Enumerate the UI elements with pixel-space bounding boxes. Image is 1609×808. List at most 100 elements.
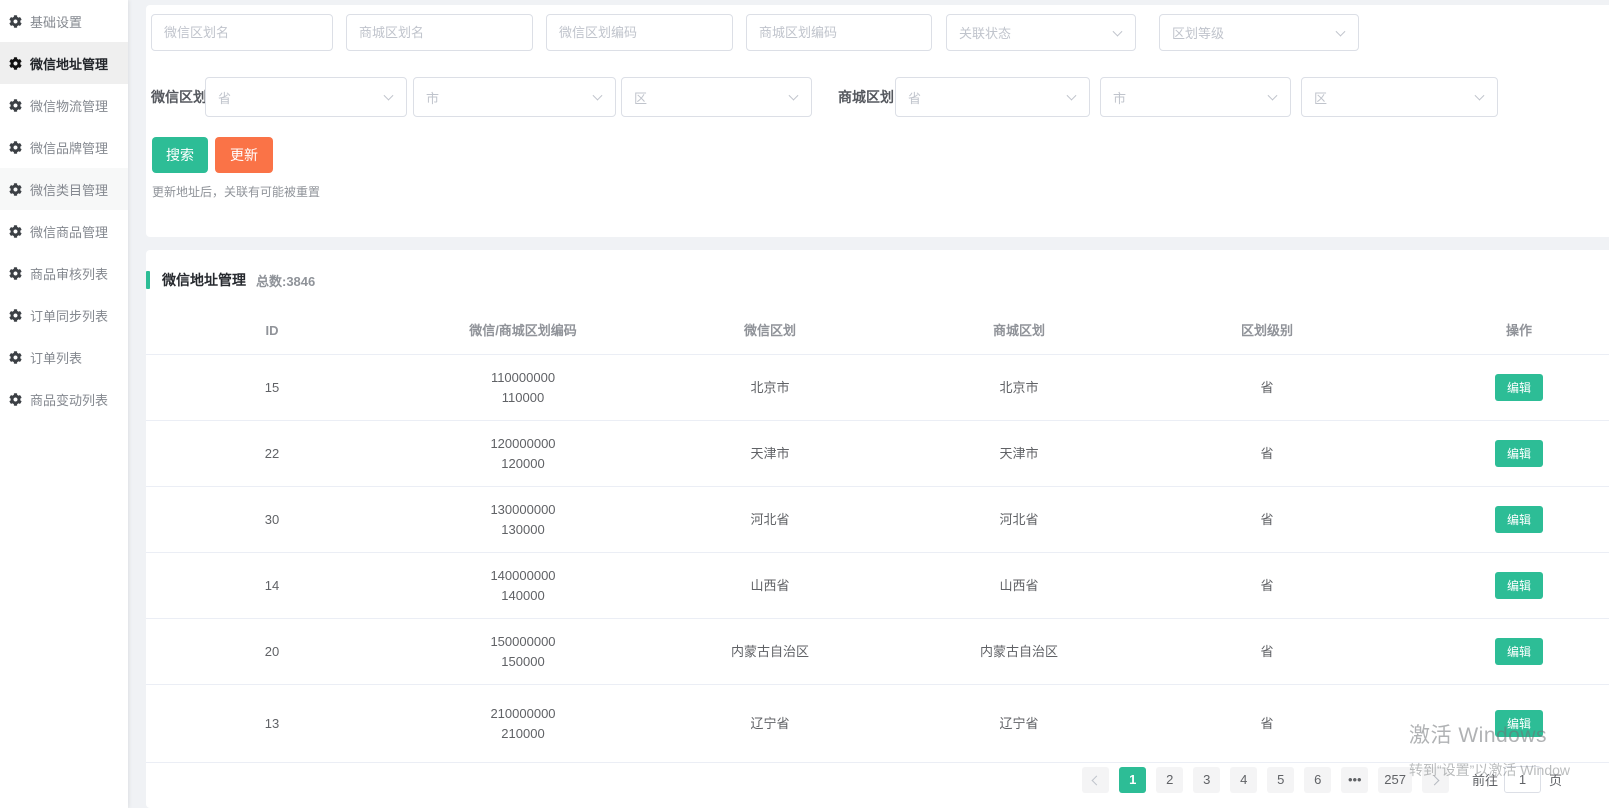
gear-icon	[9, 267, 22, 280]
region-level-select[interactable]: 区划等级	[1159, 14, 1359, 51]
mall-code: 120000	[398, 454, 648, 474]
mall-district-select[interactable]: 区	[1301, 77, 1498, 117]
update-button[interactable]: 更新	[215, 137, 273, 173]
cell-id: 20	[146, 642, 398, 662]
page-button-5[interactable]: 5	[1267, 767, 1294, 793]
sidebar-item[interactable]: 商品变动列表	[0, 378, 128, 420]
table-row: 14 140000000 140000 山西省 山西省 省 编辑	[146, 553, 1609, 619]
mall-province-select[interactable]: 省	[895, 77, 1090, 117]
wx-region-code-input[interactable]	[546, 14, 733, 51]
city-placeholder: 市	[1113, 88, 1126, 107]
chevron-down-icon	[1067, 91, 1077, 101]
filter-panel: 关联状态 区划等级 微信区划 省 市 区 商城区划 省 市 区	[146, 5, 1609, 237]
goto-page-input[interactable]	[1504, 766, 1541, 793]
edit-button[interactable]: 编辑	[1495, 638, 1543, 665]
sidebar-item-label: 微信类目管理	[30, 180, 108, 199]
cell-mall-region: 北京市	[892, 378, 1146, 398]
page-button-1[interactable]: 1	[1119, 767, 1146, 793]
section-title: 微信地址管理	[162, 270, 246, 290]
next-page-button[interactable]	[1422, 767, 1449, 793]
cell-wx-region: 河北省	[648, 510, 892, 530]
table-row: 20 150000000 150000 内蒙古自治区 内蒙古自治区 省 编辑	[146, 619, 1609, 685]
sidebar-item-label: 订单同步列表	[30, 306, 108, 325]
chevron-right-icon	[1430, 776, 1440, 786]
header-id: ID	[146, 321, 398, 341]
sidebar-item-label: 商品变动列表	[30, 390, 108, 409]
gear-icon	[9, 15, 22, 28]
page-button-6[interactable]: 6	[1304, 767, 1331, 793]
gear-icon	[9, 351, 22, 364]
wx-region-name-input[interactable]	[151, 14, 333, 51]
gear-icon	[9, 225, 22, 238]
header-region-level: 区划级别	[1146, 321, 1388, 341]
more-pages-button[interactable]: •••	[1341, 767, 1368, 793]
update-hint-text: 更新地址后，关联有可能被重置	[152, 183, 320, 200]
sidebar-item[interactable]: 订单列表	[0, 336, 128, 378]
mall-region-name-input[interactable]	[346, 14, 533, 51]
sidebar-item[interactable]: 微信地址管理	[0, 42, 128, 84]
cell-region-level: 省	[1146, 576, 1388, 596]
sidebar-item[interactable]: 商品审核列表	[0, 252, 128, 294]
wx-region-label: 微信区划	[151, 77, 207, 117]
page-unit-label: 页	[1549, 770, 1562, 789]
cell-id: 22	[146, 444, 398, 464]
page-button-257[interactable]: 257	[1378, 767, 1412, 793]
wx-code: 110000000	[398, 368, 648, 388]
edit-button[interactable]: 编辑	[1495, 710, 1543, 737]
cell-wx-region: 山西省	[648, 576, 892, 596]
header-mall-region: 商城区划	[892, 321, 1146, 341]
wx-city-select[interactable]: 市	[413, 77, 616, 117]
sidebar-item[interactable]: 微信类目管理	[0, 168, 128, 210]
table-header-row: ID 微信/商城区划编码 微信区划 商城区划 区划级别 操作	[146, 308, 1609, 355]
sidebar-item[interactable]: 微信物流管理	[0, 84, 128, 126]
section-accent-bar	[146, 271, 150, 289]
gear-icon	[9, 309, 22, 322]
cell-region-level: 省	[1146, 642, 1388, 662]
sidebar-item[interactable]: 微信商品管理	[0, 210, 128, 252]
link-status-placeholder: 关联状态	[959, 23, 1011, 42]
gear-icon	[9, 393, 22, 406]
prev-page-button[interactable]	[1082, 767, 1109, 793]
chevron-down-icon	[1268, 91, 1278, 101]
mall-code: 150000	[398, 652, 648, 672]
mall-city-select[interactable]: 市	[1100, 77, 1291, 117]
table-panel: 微信地址管理 总数:3846 ID 微信/商城区划编码 微信区划 商城区划 区划…	[146, 250, 1609, 808]
cell-region-level: 省	[1146, 378, 1388, 398]
wx-code: 130000000	[398, 500, 648, 520]
page-button-3[interactable]: 3	[1193, 767, 1220, 793]
cell-codes: 110000000 110000	[398, 368, 648, 408]
cell-wx-region: 北京市	[648, 378, 892, 398]
edit-button[interactable]: 编辑	[1495, 572, 1543, 599]
sidebar-item[interactable]: 基础设置	[0, 0, 128, 42]
wx-district-select[interactable]: 区	[621, 77, 812, 117]
link-status-select[interactable]: 关联状态	[946, 14, 1136, 51]
city-placeholder: 市	[426, 88, 439, 107]
pagination: 123456•••257 前往 页	[1077, 766, 1562, 793]
wx-province-select[interactable]: 省	[205, 77, 407, 117]
cell-id: 15	[146, 378, 398, 398]
cell-region-level: 省	[1146, 510, 1388, 530]
search-button[interactable]: 搜索	[152, 137, 208, 173]
page-button-4[interactable]: 4	[1230, 767, 1257, 793]
district-placeholder: 区	[634, 88, 647, 107]
mall-code: 210000	[398, 724, 648, 744]
cell-mall-region: 天津市	[892, 444, 1146, 464]
page-button-2[interactable]: 2	[1156, 767, 1183, 793]
gear-icon	[9, 141, 22, 154]
edit-button[interactable]: 编辑	[1495, 506, 1543, 533]
sidebar-item[interactable]: 订单同步列表	[0, 294, 128, 336]
edit-button[interactable]: 编辑	[1495, 374, 1543, 401]
province-placeholder: 省	[218, 88, 231, 107]
chevron-down-icon	[1475, 91, 1485, 101]
mall-region-code-input[interactable]	[746, 14, 932, 51]
section-header: 微信地址管理 总数:3846	[146, 270, 315, 290]
edit-button[interactable]: 编辑	[1495, 440, 1543, 467]
cell-codes: 150000000 150000	[398, 632, 648, 672]
sidebar-item-label: 订单列表	[30, 348, 82, 367]
chevron-down-icon	[384, 91, 394, 101]
region-level-placeholder: 区划等级	[1172, 23, 1224, 42]
sidebar-item[interactable]: 微信品牌管理	[0, 126, 128, 168]
wx-code: 210000000	[398, 704, 648, 724]
gear-icon	[9, 57, 22, 70]
table-body: 15 110000000 110000 北京市 北京市 省 编辑 22 1200…	[146, 355, 1609, 763]
